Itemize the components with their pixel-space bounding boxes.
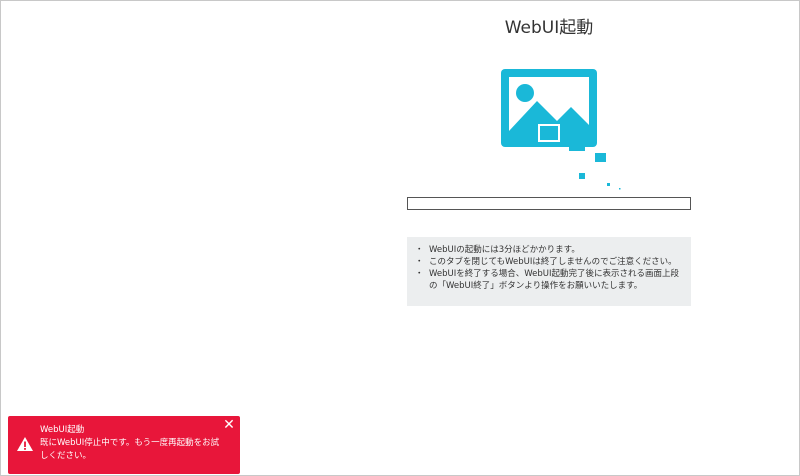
image-icon	[501, 69, 621, 190]
note-item: WebUIを終了する場合、WebUI起動完了後に表示される画面上段の「WebUI…	[415, 268, 683, 292]
warning-icon	[17, 437, 33, 451]
app-window: WebUI起動 WebUIの起動には3分ほどかかります。 このタブを閉じてもWe…	[0, 0, 800, 476]
notes-list: WebUIの起動には3分ほどかかります。 このタブを閉じてもWebUIは終了しま…	[415, 244, 683, 292]
notes-panel: WebUIの起動には3分ほどかかります。 このタブを閉じてもWebUIは終了しま…	[407, 237, 691, 306]
note-item: このタブを閉じてもWebUIは終了しませんのでご注意ください。	[415, 256, 683, 268]
error-toast: ✕ WebUI起動 既にWebUI停止中です。もう一度再起動をお試しください。	[8, 416, 240, 474]
note-item: WebUIの起動には3分ほどかかります。	[415, 244, 683, 256]
close-icon[interactable]: ✕	[222, 418, 236, 432]
toast-message: 既にWebUI停止中です。もう一度再起動をお試しください。	[40, 438, 220, 461]
page-title: WebUI起動	[504, 18, 594, 38]
progress-bar	[407, 197, 691, 210]
toast-title: WebUI起動	[40, 425, 85, 435]
